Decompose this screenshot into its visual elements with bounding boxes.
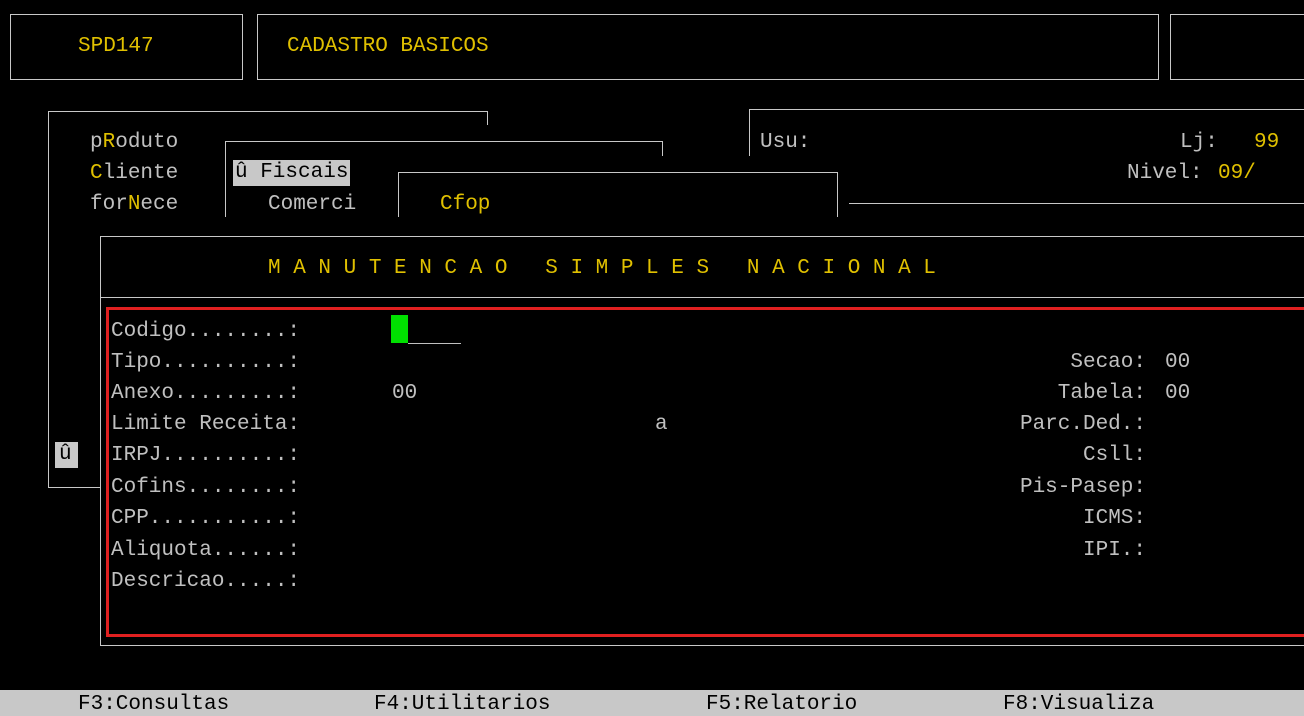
- field-label-tipo: Tipo..........:: [111, 351, 301, 374]
- menu-item-cliente[interactable]: Cliente: [90, 163, 178, 184]
- field-label-cofins: Cofins........:: [111, 476, 301, 499]
- fkey-f8-visualiza[interactable]: F8:Visualiza: [1003, 693, 1154, 716]
- store-label: Lj:: [1180, 131, 1218, 154]
- field-label-codigo: Codigo........:: [111, 320, 301, 343]
- function-key-bar: F3:Consultas F4:Utilitarios F5:Relatorio…: [0, 690, 1304, 716]
- menu-item-fornece[interactable]: forNece: [90, 194, 178, 215]
- menu-hotkey: C: [90, 162, 103, 185]
- fkey-f4-utilitarios[interactable]: F4:Utilitarios: [374, 693, 550, 716]
- user-label: Usu:: [760, 131, 811, 154]
- field-label-secao: Secao:: [1070, 351, 1146, 374]
- panel-title: M A N U T E N C A O S I M P L E S N A C …: [268, 257, 936, 280]
- level-value: 09/: [1218, 162, 1256, 185]
- field-label-irpj: IRPJ..........:: [111, 444, 301, 467]
- title-separator: [100, 297, 1304, 298]
- header-right-box: [1170, 14, 1304, 80]
- menu-item-produto[interactable]: pRoduto: [90, 132, 178, 153]
- field-label-icms: ICMS:: [1082, 507, 1146, 530]
- field-label-pis-pasep: Pis-Pasep:: [1019, 476, 1146, 499]
- program-code: SPD147: [78, 35, 154, 58]
- fkey-f3-consultas[interactable]: F3:Consultas: [78, 693, 229, 716]
- field-label-parc-ded: Parc.Ded.:: [1019, 413, 1146, 436]
- menu-hotkey: N: [127, 193, 141, 216]
- field-label-tabela: Tabela:: [1057, 382, 1146, 405]
- field-label-descricao: Descricao.....:: [111, 570, 301, 593]
- field-label-csll: Csll:: [1082, 444, 1146, 467]
- field-label-anexo: Anexo.........:: [111, 382, 301, 405]
- secao-value[interactable]: 00: [1165, 352, 1190, 373]
- anexo-value[interactable]: 00: [392, 383, 417, 404]
- submenu-item-comerci[interactable]: Comerci: [268, 194, 356, 215]
- codigo-input-field[interactable]: [408, 343, 461, 344]
- submenu-item-fiscais[interactable]: û Fiscais: [233, 160, 351, 186]
- screen-title: CADASTRO BASICOS: [287, 35, 489, 58]
- store-value: 99: [1254, 131, 1280, 154]
- field-label-ipi: IPI.:: [1082, 539, 1146, 562]
- limite-receita-separator: a: [655, 413, 668, 436]
- menu-hotkey: R: [102, 131, 116, 154]
- menu-marker: û: [55, 442, 78, 468]
- fkey-f5-relatorio[interactable]: F5:Relatorio: [706, 693, 857, 716]
- subsubmenu-item-cfop[interactable]: Cfop: [440, 194, 490, 215]
- field-label-limite-receita: Limite Receita:: [111, 413, 301, 436]
- field-label-aliquota: Aliquota......:: [111, 539, 301, 562]
- codigo-input-cursor[interactable]: [391, 315, 408, 343]
- tabela-value[interactable]: 00: [1165, 383, 1190, 404]
- field-label-cpp: CPP...........:: [111, 507, 301, 530]
- level-label: Nivel:: [1127, 162, 1203, 185]
